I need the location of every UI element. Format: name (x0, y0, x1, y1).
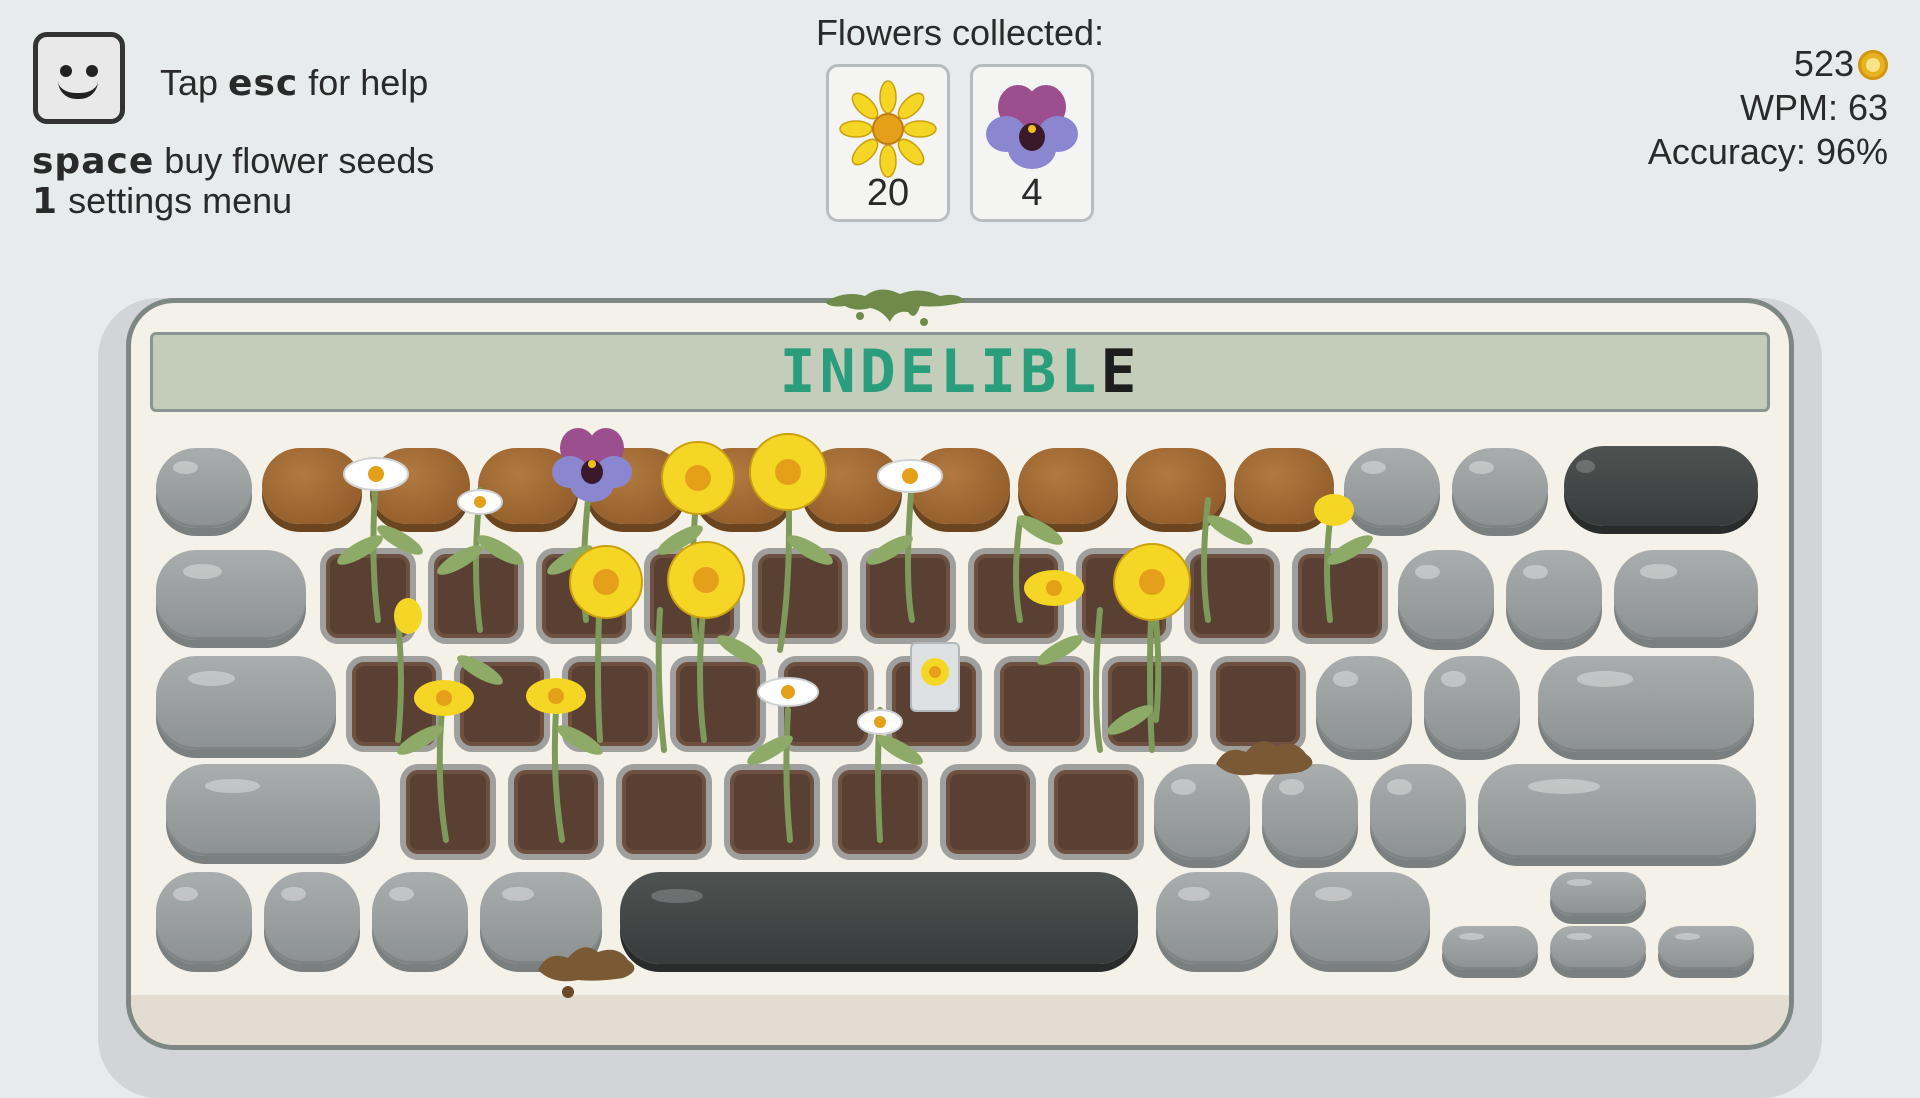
collected-title: Flowers collected: (815, 12, 1105, 53)
key-stone[interactable] (372, 872, 468, 964)
moss-splat-icon (825, 289, 965, 326)
coin-icon (1858, 50, 1888, 80)
shortcut-settings: 1 settings menu (32, 180, 293, 222)
typed-word: INDELIBLE (779, 337, 1140, 407)
key-arrow-left[interactable] (1442, 926, 1538, 970)
collected-card-pansy: 4 (970, 64, 1094, 222)
typed-letters: INDELIBL (779, 337, 1101, 407)
key-stone-shift-right[interactable] (1478, 764, 1756, 858)
help-hint: Tap esc for help (160, 62, 429, 104)
key-arrow-down[interactable] (1550, 926, 1646, 970)
word-display: INDELIBLE (150, 332, 1770, 412)
dirt-clump-icon (538, 947, 635, 998)
face-eye-left (60, 65, 72, 77)
wpm-stat: WPM: 63 (1739, 87, 1888, 128)
key-backspace[interactable] (1564, 446, 1758, 526)
key-spacebar[interactable] (620, 872, 1138, 964)
key-stone[interactable] (1290, 872, 1430, 964)
key-stone[interactable] (1452, 448, 1548, 528)
collected-card-sunflower: 20 (826, 64, 950, 222)
key-stone[interactable] (264, 872, 360, 964)
accuracy-stat: Accuracy: 96% (1647, 131, 1888, 172)
coin-balance: 523 (1648, 42, 1888, 86)
key-stone[interactable] (1424, 656, 1520, 752)
key-arrow-right[interactable] (1658, 926, 1754, 970)
sunflower-icon (839, 80, 937, 178)
key-stone[interactable] (1156, 872, 1278, 964)
key-arrow-up[interactable] (1550, 872, 1646, 916)
key-stone-tab[interactable] (156, 550, 306, 640)
garden-plants (337, 428, 1373, 843)
next-letter: E (1100, 337, 1141, 407)
pansy-count: 4 (1021, 172, 1043, 214)
key-stone[interactable] (1506, 550, 1602, 642)
shortcut-buy-seeds: space buy flower seeds (32, 140, 435, 182)
keyboard-base (131, 995, 1789, 1045)
key-stone[interactable] (1614, 550, 1758, 640)
pansy-icon (986, 85, 1078, 169)
stats-panel: 523 WPM: 63 Accuracy: 96% (1648, 42, 1888, 174)
key-stone[interactable] (156, 872, 252, 964)
sunflower-count: 20 (866, 172, 910, 214)
face-mouth (58, 81, 98, 99)
key-stone[interactable] (156, 448, 252, 528)
face-eye-right (86, 65, 98, 77)
key-stone-enter[interactable] (1538, 656, 1754, 752)
